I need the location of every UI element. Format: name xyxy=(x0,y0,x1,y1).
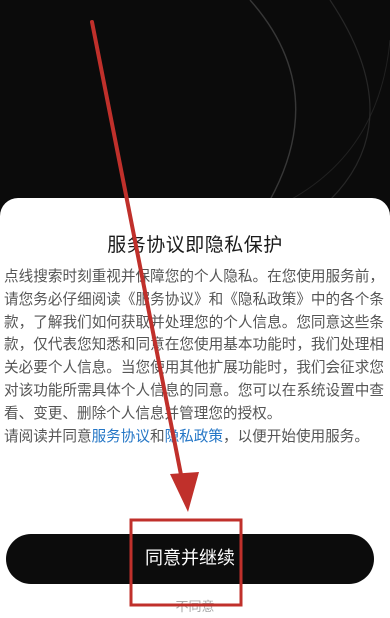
privacy-paragraph: 点线搜索时刻重视并保障您的个人隐私。在您使用服务前，请您务必仔细阅读《服务协议》… xyxy=(4,268,384,422)
dialog-title: 服务协议即隐私保护 xyxy=(107,234,283,256)
agree-continue-button[interactable]: 同意并继续 xyxy=(6,534,374,584)
disagree-button[interactable]: 不同意 xyxy=(0,596,390,615)
service-agreement-link[interactable]: 服务协议 xyxy=(92,428,150,445)
consent-suffix: ，以便开始使用服务。 xyxy=(222,427,369,445)
privacy-policy-link[interactable]: 隐私政策 xyxy=(165,428,223,445)
privacy-dialog: 服务协议即隐私保护 点线搜索时刻重视并保障您的个人隐私。在您使用服务前，请您务必… xyxy=(0,198,390,618)
dialog-body: 点线搜索时刻重视并保障您的个人隐私。在您使用服务前，请您务必仔细阅读《服务协议》… xyxy=(4,266,384,448)
and-text: 和 xyxy=(149,427,165,445)
consent-prefix: 请阅读并同意 xyxy=(4,427,92,445)
